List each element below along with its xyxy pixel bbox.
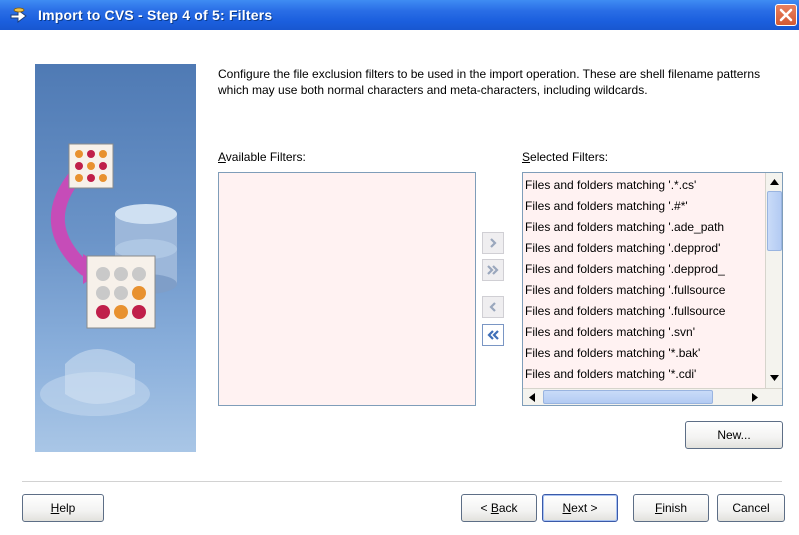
- finish-button[interactable]: Finish: [633, 494, 709, 522]
- list-item[interactable]: Files and folders matching '.ade_path: [525, 217, 763, 238]
- arrow-up-icon: [770, 178, 779, 185]
- close-icon: [779, 8, 793, 22]
- list-item[interactable]: Files and folders matching '.svn': [525, 322, 763, 343]
- list-item[interactable]: Files and folders matching '*.cdi': [525, 364, 763, 385]
- move-left-icon: [489, 302, 496, 312]
- scroll-up-button[interactable]: [766, 173, 782, 190]
- new-filter-button[interactable]: New...: [685, 421, 783, 449]
- available-filters-list[interactable]: [218, 172, 476, 406]
- available-filters-label: Available Filters:: [218, 150, 306, 164]
- vertical-scroll-thumb[interactable]: [767, 191, 782, 251]
- scroll-right-button[interactable]: [746, 389, 763, 405]
- wizard-graphic: [40, 143, 177, 416]
- selected-filters-rows: Files and folders matching '.*.cs' Files…: [525, 175, 763, 387]
- next-button[interactable]: Next >: [542, 494, 618, 522]
- list-item[interactable]: Files and folders matching '.depprod': [525, 238, 763, 259]
- close-button[interactable]: [775, 4, 797, 26]
- list-item[interactable]: Files and folders matching '.*.cs': [525, 175, 763, 196]
- vertical-scrollbar[interactable]: [765, 173, 782, 388]
- selected-filters-label: Selected Filters:: [522, 150, 609, 164]
- list-item[interactable]: Files and folders matching '.fullsource: [525, 280, 763, 301]
- horizontal-scrollbar[interactable]: [523, 388, 782, 405]
- cvs-import-icon: [8, 4, 30, 26]
- scroll-left-button[interactable]: [523, 389, 540, 405]
- move-all-left-icon: [487, 330, 499, 340]
- help-button[interactable]: Help: [22, 494, 104, 522]
- move-right-icon: [490, 238, 497, 248]
- back-button[interactable]: < Back: [461, 494, 537, 522]
- list-item[interactable]: Files and folders matching '.depprod_: [525, 259, 763, 280]
- remove-all-filters-button[interactable]: [482, 324, 504, 346]
- horizontal-scroll-thumb[interactable]: [543, 390, 713, 404]
- list-item[interactable]: Files and folders matching '*.bak': [525, 343, 763, 364]
- import-cvs-dialog: Import to CVS - Step 4 of 5: Filters Con…: [0, 0, 799, 535]
- step-description: Configure the file exclusion filters to …: [218, 67, 761, 97]
- selected-filters-list[interactable]: Files and folders matching '.*.cs' Files…: [522, 172, 783, 406]
- move-all-right-icon: [487, 265, 499, 275]
- window-title: Import to CVS - Step 4 of 5: Filters: [38, 7, 273, 23]
- list-item[interactable]: Files and folders matching '.#*': [525, 196, 763, 217]
- arrow-right-icon: [751, 392, 758, 402]
- list-item[interactable]: Files and folders matching '.fullsource: [525, 301, 763, 322]
- remove-filter-button[interactable]: [482, 296, 504, 318]
- cancel-button[interactable]: Cancel: [717, 494, 785, 522]
- wizard-illustration: [35, 64, 196, 452]
- add-filter-button[interactable]: [482, 232, 504, 254]
- title-bar[interactable]: Import to CVS - Step 4 of 5: Filters: [0, 0, 799, 30]
- arrow-down-icon: [770, 374, 779, 381]
- button-separator: [22, 481, 782, 482]
- arrow-left-icon: [528, 392, 535, 402]
- add-all-filters-button[interactable]: [482, 259, 504, 281]
- scroll-down-button[interactable]: [766, 369, 782, 386]
